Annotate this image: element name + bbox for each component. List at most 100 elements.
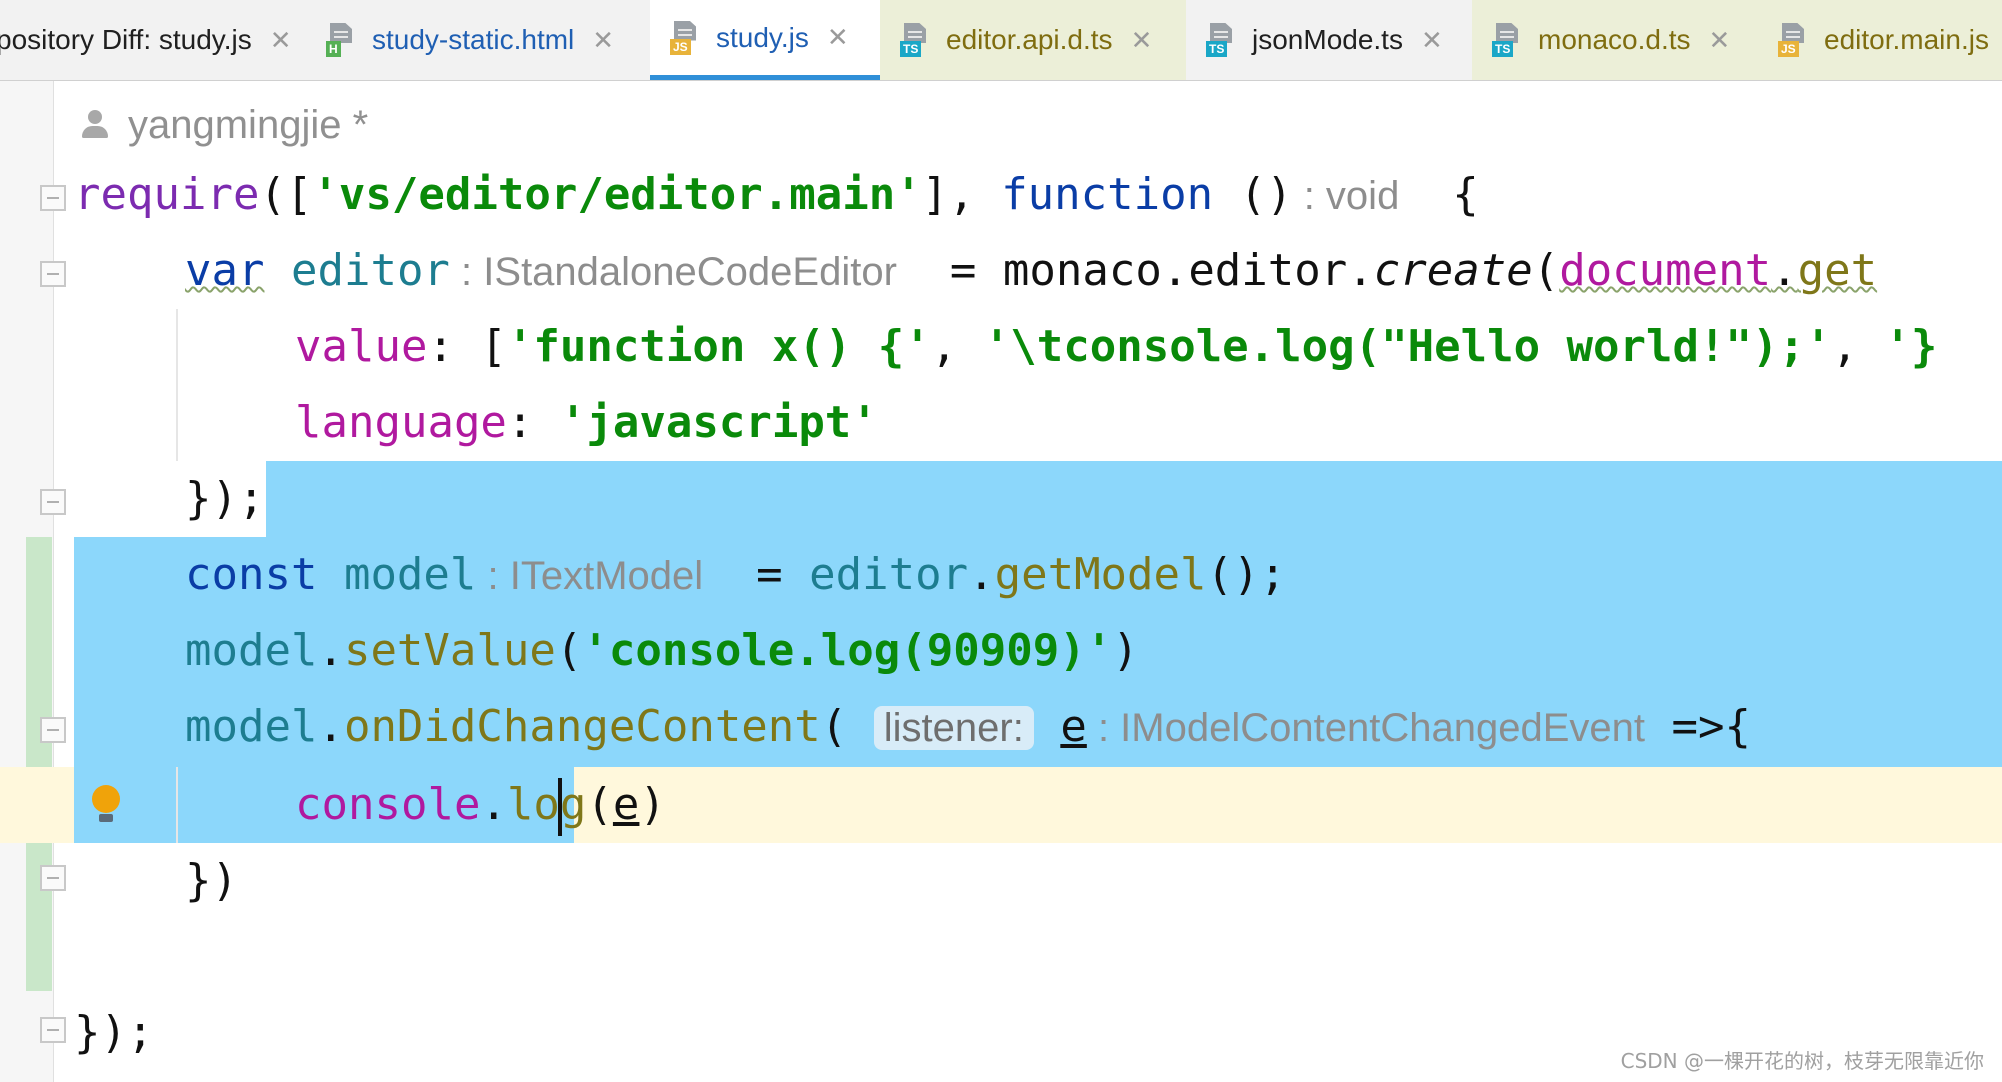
vcs-change-marker[interactable] — [26, 537, 52, 991]
lightbulb-icon[interactable] — [92, 785, 120, 825]
code-token: , — [1831, 321, 1885, 372]
tab-jsonmode-ts[interactable]: TS jsonMode.ts ✕ — [1186, 0, 1472, 80]
code-token: 'console.log(90909)' — [582, 625, 1113, 676]
code-line-12[interactable]: }); — [74, 995, 153, 1071]
code-author-inlay[interactable]: yangmingjie * — [80, 97, 368, 153]
js-file-icon: JS — [670, 20, 700, 55]
code-token: model — [185, 701, 318, 752]
fold-marker[interactable] — [40, 1017, 66, 1043]
code-token: '\tconsole.log("Hello world!");' — [983, 321, 1832, 372]
author-name: yangmingjie * — [128, 102, 369, 147]
code-token: model — [343, 549, 477, 600]
code-line-8[interactable]: model.onDidChangeContent( listener: e : … — [185, 689, 1751, 765]
tab-label: study.js — [716, 21, 809, 53]
code-token: create — [1373, 245, 1533, 296]
code-token: : [ — [427, 321, 507, 372]
code-token: ([ — [259, 169, 313, 220]
code-token: require — [74, 169, 260, 220]
fold-marker[interactable] — [40, 865, 66, 891]
code-token: = monaco.editor. — [896, 245, 1374, 296]
selection-highlight — [266, 461, 2002, 537]
code-token: e — [612, 779, 640, 830]
code-token: . — [317, 625, 344, 676]
code-token: 'javascript' — [559, 397, 878, 448]
code-token: ( — [586, 779, 613, 830]
code-token: . — [1771, 245, 1798, 296]
fold-marker[interactable] — [40, 185, 66, 211]
code-token: ) — [1112, 625, 1139, 676]
indent-guide — [176, 767, 178, 843]
close-icon[interactable]: ✕ — [1709, 25, 1731, 56]
code-line-10[interactable]: }) — [185, 843, 238, 919]
tab-label: editor.main.js — [1824, 24, 1989, 55]
code-line-3[interactable]: value: ['function x() {', '\tconsole.log… — [295, 309, 1937, 385]
watermark: CSDN @一棵开花的树，枝芽无限靠近你 — [1620, 1049, 1984, 1073]
close-icon[interactable]: ✕ — [1421, 25, 1443, 56]
close-icon[interactable]: ✕ — [270, 25, 292, 56]
code-token: . — [317, 701, 344, 752]
js-file-icon: JS — [1778, 23, 1808, 57]
tab-editor-main-js[interactable]: JS editor.main.js — [1758, 0, 2002, 80]
editor-tab-bar: pository Diff: study.js ✕ H study-static… — [0, 0, 2002, 81]
tab-label: study-static.html — [372, 24, 575, 55]
tab-study-js[interactable]: JS study.js ✕ — [650, 0, 880, 80]
tab-monaco-d-ts[interactable]: TS monaco.d.ts ✕ — [1472, 0, 1758, 80]
type-hint: : IModelContentChangedEvent — [1086, 706, 1645, 750]
code-line-5[interactable]: }); — [185, 461, 264, 537]
close-icon[interactable]: ✕ — [827, 22, 849, 53]
code-token: get — [1797, 245, 1878, 296]
person-icon — [80, 110, 110, 140]
ts-file-icon: TS — [1206, 23, 1236, 57]
code-line-6[interactable]: const model : ITextModel = editor.getMod… — [185, 537, 1286, 613]
code-token: editor — [290, 245, 450, 296]
code-token: editor — [809, 549, 969, 600]
code-token: . — [968, 549, 995, 600]
code-editor[interactable]: yangmingjie * require(['vs/editor/editor… — [0, 81, 2002, 1082]
code-line-2[interactable]: var editor : IStandaloneCodeEditor = mon… — [185, 233, 1877, 309]
tab-label: editor.api.d.ts — [946, 24, 1113, 55]
close-icon[interactable]: ✕ — [592, 25, 614, 56]
code-line-4[interactable]: language: 'javascript' — [295, 385, 878, 461]
code-token: ( — [820, 701, 874, 752]
code-token: setValue — [343, 625, 556, 676]
code-token: 'function x() {' — [506, 321, 931, 372]
code-token: , — [930, 321, 984, 372]
code-token: var — [185, 245, 265, 296]
code-token: getModel — [994, 549, 1207, 600]
code-token: ], — [921, 169, 1002, 220]
code-token: }); — [74, 1007, 154, 1058]
tab-editor-api-d-ts[interactable]: TS editor.api.d.ts ✕ — [880, 0, 1186, 80]
code-token: function — [1001, 169, 1214, 220]
ts-file-icon: TS — [1492, 23, 1522, 57]
fold-marker[interactable] — [40, 489, 66, 515]
code-line-7[interactable]: model.setValue('console.log(90909)') — [185, 613, 1139, 689]
code-token: const — [185, 549, 318, 600]
tab-study-static-html[interactable]: H study-static.html ✕ — [306, 0, 650, 80]
type-hint: : void — [1292, 174, 1400, 218]
code-token: { — [1399, 169, 1479, 220]
code-token: (); — [1206, 549, 1286, 600]
code-token: = — [703, 549, 810, 600]
fold-marker[interactable] — [40, 261, 66, 287]
code-token: g — [559, 779, 587, 830]
parameter-hint: listener: — [873, 706, 1034, 750]
code-token: model — [185, 625, 318, 676]
code-token: value — [295, 321, 428, 372]
close-icon[interactable]: ✕ — [1131, 25, 1153, 56]
code-token: 'vs/editor/editor.main' — [312, 169, 922, 220]
code-token: console — [295, 779, 481, 830]
tab-repository-diff[interactable]: pository Diff: study.js ✕ — [0, 0, 296, 80]
code-line-9[interactable]: console.log(e) — [295, 767, 666, 843]
code-token: document — [1559, 245, 1772, 296]
fold-marker[interactable] — [40, 717, 66, 743]
type-hint: : IStandaloneCodeEditor — [449, 250, 897, 294]
code-token: language — [295, 397, 507, 448]
indent-guide — [176, 309, 178, 461]
code-token: e — [1060, 701, 1087, 752]
code-line-1[interactable]: require(['vs/editor/editor.main'], funct… — [74, 157, 1479, 233]
code-token: '} — [1884, 321, 1938, 372]
code-token: lo — [506, 779, 560, 830]
